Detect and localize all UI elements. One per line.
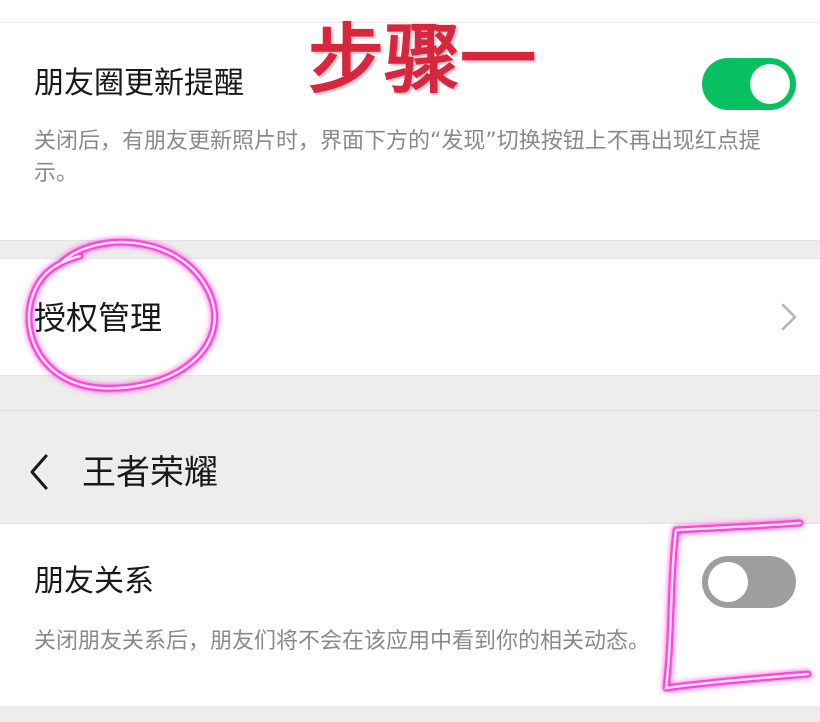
toggle-knob (750, 64, 790, 104)
chevron-left-icon[interactable] (24, 452, 54, 492)
toggle-knob (708, 562, 748, 602)
auth-management-label: 授权管理 (34, 299, 163, 337)
moments-update-description: 关闭后，有朋友更新照片时，界面下方的“发现”切换按钮上不再出现红点提示。 (34, 129, 761, 186)
friend-relation-panel (0, 523, 820, 706)
nav-title: 王者荣耀 (82, 453, 218, 493)
friend-relation-label: 朋友关系 (34, 564, 154, 599)
chevron-right-icon (781, 303, 797, 331)
step-annotation-label: 步骤一 (308, 15, 536, 104)
moments-update-toggle[interactable] (702, 58, 796, 110)
moments-update-label: 朋友圈更新提醒 (34, 66, 244, 101)
friend-relation-description: 关闭朋友关系后，朋友们将不会在该应用中看到你的相关动态。 (34, 629, 651, 654)
friend-relation-toggle[interactable] (702, 556, 796, 608)
